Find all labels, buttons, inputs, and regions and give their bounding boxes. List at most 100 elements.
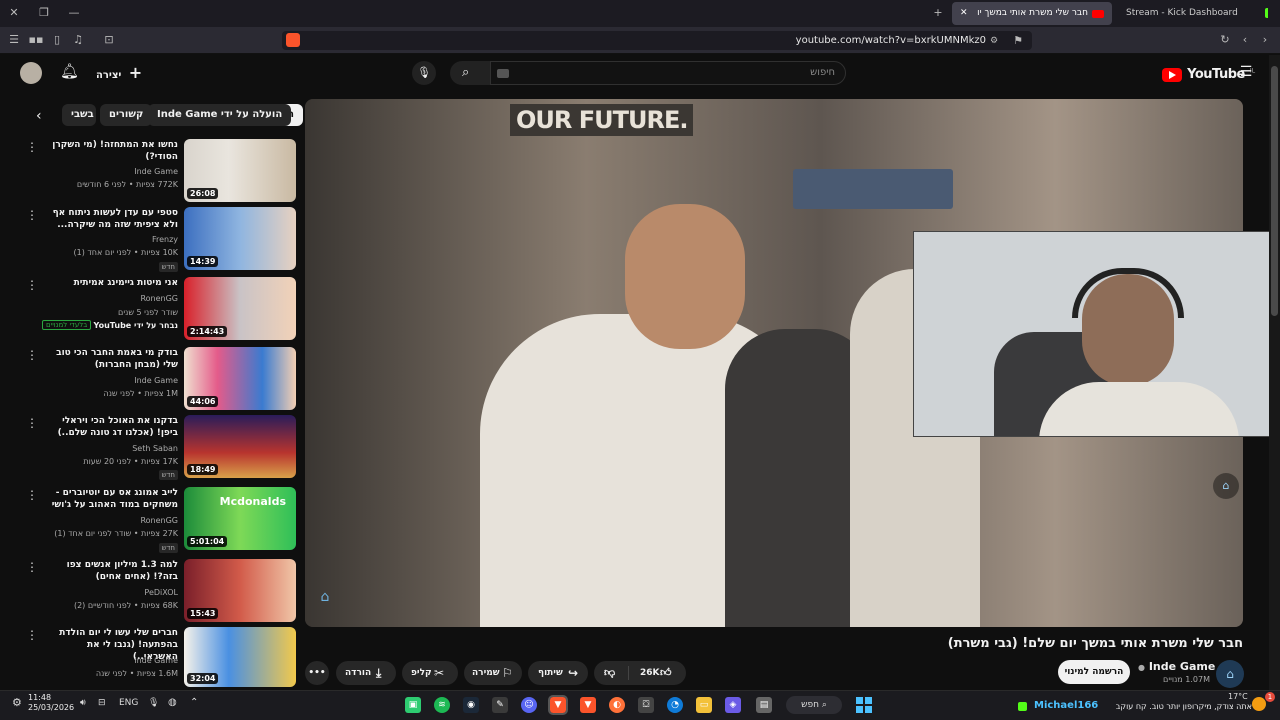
channel-watermark-icon[interactable]: ⌂ <box>313 585 337 609</box>
edge-icon[interactable]: ◔ <box>667 697 683 713</box>
tab-kick-dashboard[interactable]: Stream - Kick Dashboard <box>1118 2 1268 25</box>
video-thumbnail[interactable]: Mcdonalds 5:01:04 <box>184 487 296 550</box>
chip-other[interactable]: בשבי <box>62 104 96 126</box>
chat-ticker-message: אתה צודק, מיקרופון יותר טוב. קח עוקב <box>1115 702 1252 711</box>
channel-name[interactable]: ● Inde Game <box>1138 660 1215 673</box>
url-text: youtube.com/watch?v=bxrkUMNMkz0 <box>795 35 986 46</box>
tray-app-icon[interactable]: ◍ <box>168 697 177 708</box>
network-icon[interactable]: ⊟ <box>98 698 106 708</box>
subscriber-count: 1.07M מנויים <box>1163 675 1210 684</box>
file-explorer-icon[interactable]: ▭ <box>696 697 712 713</box>
close-window-icon[interactable]: ✕ <box>6 5 22 21</box>
more-options-icon[interactable]: ⋮ <box>26 279 38 291</box>
list-item[interactable]: 44:06 בודק מי באמת החבר הכי טוב שלי (מבח… <box>26 347 296 411</box>
brave-browser-alt-icon[interactable]: ▼ <box>580 697 596 713</box>
restore-window-icon[interactable]: ❐ <box>36 5 52 21</box>
avatar[interactable] <box>20 62 42 84</box>
more-options-icon[interactable]: ⋮ <box>26 561 38 573</box>
close-tab-icon[interactable]: ✕ <box>960 2 968 25</box>
minimize-window-icon[interactable]: — <box>66 5 82 21</box>
scrollbar-thumb[interactable] <box>1271 66 1278 316</box>
taskbar-app-gray-icon[interactable]: ▤ <box>756 697 772 713</box>
new-tab-icon[interactable]: + <box>930 5 946 21</box>
video-thumbnail[interactable]: 18:49 <box>184 415 296 478</box>
list-item[interactable]: 2:14:43 אני מיטות גיימינג אמיתית RonenGG… <box>26 277 296 341</box>
forward-icon[interactable]: › <box>1257 32 1273 48</box>
share-button[interactable]: שיתוף ↪ <box>528 661 588 685</box>
subscribe-button[interactable]: הרשמה למינוי <box>1058 660 1130 684</box>
keyboard-icon[interactable] <box>497 69 509 78</box>
extensions-icon[interactable]: ▪▪ <box>28 32 44 48</box>
video-thumbnail[interactable]: 26:08 <box>184 139 296 202</box>
chip-uploaded-by[interactable]: הועלה על ידי Inde Game <box>148 104 292 126</box>
video-thumbnail[interactable]: 44:06 <box>184 347 296 410</box>
kick-favicon-icon <box>1264 7 1268 18</box>
reload-icon[interactable]: ↻ <box>1217 32 1233 48</box>
taskbar-clock[interactable]: 11:48 25/03/2026 <box>28 693 74 713</box>
weather-temperature[interactable]: 17°C <box>1228 692 1248 701</box>
list-item[interactable]: 15:43 למה 1.3 מיליון אנשים צפו בזה?! (אח… <box>26 559 296 623</box>
list-item[interactable]: Mcdonalds 5:01:04 לייב אמונג אס עם יוטיו… <box>26 487 296 553</box>
list-item[interactable]: 26:08 נחשו את המתחזה! (מי השקרן הסודי?) … <box>26 139 296 203</box>
video-thumbnail[interactable]: 32:04 <box>184 627 296 687</box>
notifications-bell-icon[interactable]: 🔔︎ <box>60 62 79 82</box>
more-options-icon[interactable]: ⋮ <box>26 349 38 361</box>
site-settings-icon[interactable]: ⚙ <box>986 33 1002 49</box>
search-button[interactable]: ⌕ <box>450 61 490 85</box>
list-item[interactable]: 14:39 סטפי עם עדן לעשות ניתוח אף ולא ציפ… <box>26 207 296 272</box>
video-thumbnail[interactable]: 15:43 <box>184 559 296 622</box>
screenshot-icon[interactable]: ⊡ <box>101 32 117 48</box>
channel-avatar[interactable]: ⌂ <box>1216 660 1244 688</box>
more-options-icon[interactable]: ⋮ <box>26 489 38 501</box>
volume-icon[interactable]: 🔊︎ <box>80 698 86 708</box>
tab-current-video[interactable]: ✕ חבר שלי משרת אותי במשך יו <box>952 2 1112 25</box>
video-thumbnail[interactable]: 2:14:43 <box>184 277 296 340</box>
dislike-button[interactable]: 👎︎ <box>604 661 615 685</box>
more-actions-button[interactable]: ••• <box>305 661 329 685</box>
download-button[interactable]: הורדה ⤓ <box>336 661 396 685</box>
search-input[interactable]: חיפוש <box>490 61 846 85</box>
hamburger-menu-icon[interactable]: ☰ <box>1238 64 1254 80</box>
more-options-icon[interactable]: ⋮ <box>26 629 38 641</box>
chips-scroll-left-icon[interactable]: ‹ <box>36 108 42 124</box>
thumbnail-text: Mcdonalds <box>219 495 286 508</box>
like-button-icon[interactable]: 👍︎ <box>660 661 672 685</box>
bookmark-icon: ⚐ <box>502 666 513 680</box>
discord-icon[interactable]: ☺ <box>521 697 537 713</box>
more-options-icon[interactable]: ⋮ <box>26 141 38 153</box>
more-options-icon[interactable]: ⋮ <box>26 417 38 429</box>
language-indicator[interactable]: ENG <box>119 698 138 708</box>
sidebar-icon[interactable]: ▯ <box>49 32 65 48</box>
list-item[interactable]: 18:49 בדקנו את האוכל הכי ויראלי ביפן! (א… <box>26 415 296 480</box>
search-icon: ⌕ <box>462 65 470 80</box>
firefox-icon[interactable]: ◐ <box>609 697 625 713</box>
video-thumbnail[interactable]: 14:39 <box>184 207 296 270</box>
windows-start-icon[interactable] <box>856 697 872 713</box>
steam-icon[interactable]: ◉ <box>463 697 479 713</box>
tray-overflow-icon[interactable]: ⌃ <box>190 697 198 708</box>
taskbar-app-green-icon[interactable]: ▣ <box>405 697 421 713</box>
address-bar[interactable]: youtube.com/watch?v=bxrkUMNMkz0 ⚙ ⚑ <box>282 31 1032 50</box>
brave-shield-icon[interactable] <box>286 33 300 47</box>
store-icon[interactable]: ⛋ <box>638 697 654 713</box>
back-icon[interactable]: ‹ <box>1237 32 1253 48</box>
taskbar-settings-icon[interactable]: ⚙ <box>12 696 22 709</box>
microphone-icon[interactable]: 🎙︎ <box>148 698 159 708</box>
spotify-icon[interactable]: ≋ <box>434 697 450 713</box>
brave-browser-icon[interactable]: ▼ <box>548 695 568 715</box>
taskbar-search[interactable]: חפש ⌕ <box>786 696 842 714</box>
music-icon[interactable]: ♫ <box>70 32 86 48</box>
more-options-icon[interactable]: ⋮ <box>26 209 38 221</box>
copilot-icon[interactable]: ◈ <box>725 697 741 713</box>
menu-icon[interactable]: ☰ <box>6 32 22 48</box>
list-item[interactable]: 32:04 חברים שלי עשו לי יום הולדת בהפתעה!… <box>26 627 296 687</box>
chip-related[interactable]: קשורים <box>100 104 153 126</box>
pen-tool-icon[interactable]: ✎ <box>492 697 508 713</box>
create-button[interactable]: יצירה + <box>96 64 142 82</box>
like-count[interactable]: 26K <box>640 661 660 685</box>
bookmark-icon[interactable]: ⚑ <box>1010 33 1026 49</box>
voice-search-icon[interactable]: 🎙︎ <box>412 61 436 85</box>
clip-button[interactable]: קליפ ✂ <box>402 661 458 685</box>
save-button[interactable]: שמירה ⚐ <box>464 661 522 685</box>
channel-watermark-right-icon[interactable]: ⌂ <box>1213 473 1239 499</box>
